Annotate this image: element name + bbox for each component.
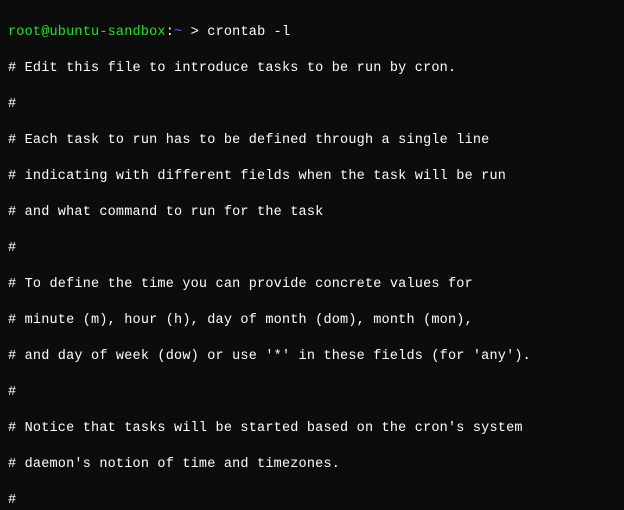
output-line: # To define the time you can provide con… [8,276,616,294]
output-line: # [8,240,616,258]
output-line: # Notice that tasks will be started base… [8,420,616,438]
prompt-arrow: > [182,25,207,40]
prompt-user-host: root@ubuntu-sandbox [8,25,166,40]
output-line: # and what command to run for the task [8,204,616,222]
output-line: # [8,384,616,402]
output-line: # indicating with different fields when … [8,168,616,186]
prompt-colon: : [166,25,174,40]
output-line: # daemon's notion of time and timezones. [8,456,616,474]
output-line: # [8,492,616,510]
output-line: # and day of week (dow) or use '*' in th… [8,348,616,366]
output-line: # Each task to run has to be defined thr… [8,132,616,150]
output-line: # Edit this file to introduce tasks to b… [8,60,616,78]
prompt-line: root@ubuntu-sandbox:~ > crontab -l [8,24,616,42]
output-line: # minute (m), hour (h), day of month (do… [8,312,616,330]
entered-command: crontab -l [207,25,290,40]
output-line: # [8,96,616,114]
terminal[interactable]: root@ubuntu-sandbox:~ > crontab -l # Edi… [0,0,624,510]
